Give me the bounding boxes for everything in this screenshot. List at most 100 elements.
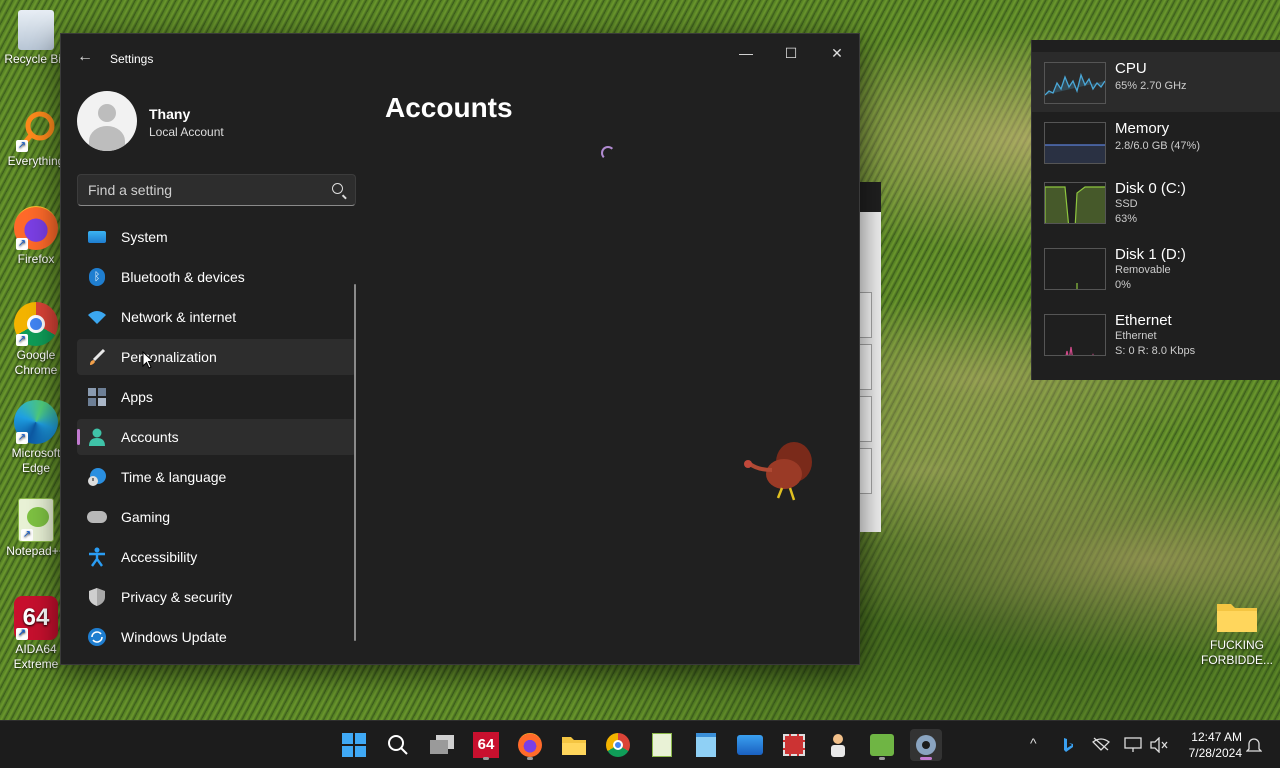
network-disconnected-icon[interactable]: [1092, 737, 1110, 751]
bing-icon[interactable]: [1062, 737, 1074, 753]
display-icon[interactable]: [1124, 737, 1142, 753]
taskbar-app-snipping-tool[interactable]: [778, 729, 810, 761]
perf-detail: SSD: [1115, 198, 1138, 210]
desktop-icon-label: Everything: [7, 154, 65, 168]
perf-item-cpu[interactable]: CPU 65% 2.70 GHz: [1032, 52, 1280, 112]
taskbar-app-firefox[interactable]: [514, 729, 546, 761]
perf-item-ethernet[interactable]: Ethernet Ethernet S: 0 R: 8.0 Kbps: [1032, 304, 1280, 364]
desktop-folder[interactable]: FUCKING FORBIDDE...: [1200, 598, 1274, 668]
taskbar-app-photos[interactable]: [734, 729, 766, 761]
nav-item-bluetooth[interactable]: ᛒ Bluetooth & devices: [77, 259, 356, 295]
taskbar: 64 ^ 12:47 AM 7/28/2024: [0, 720, 1280, 768]
brush-icon: [87, 347, 107, 367]
nav-item-accessibility[interactable]: Accessibility: [77, 539, 356, 575]
aida64-icon: 64 ↗: [14, 596, 58, 640]
chrome-icon: [606, 733, 630, 757]
notepad-icon: [696, 733, 716, 757]
desktop-icon-edge[interactable]: ↗ Microsoft Edge: [4, 400, 68, 476]
everything-icon: ↗: [14, 108, 58, 152]
taskbar-app-file-explorer[interactable]: [558, 729, 590, 761]
clock-time: 12:47 AM: [1191, 730, 1242, 744]
nav-item-apps[interactable]: Apps: [77, 379, 356, 415]
clock-date: 7/28/2024: [1188, 746, 1242, 760]
perf-detail: 2.8/6.0 GB (47%): [1115, 140, 1200, 152]
nav-scrollbar[interactable]: [354, 284, 356, 641]
nav-item-network[interactable]: Network & internet: [77, 299, 356, 335]
perf-detail: 65% 2.70 GHz: [1115, 80, 1187, 92]
perf-item-memory[interactable]: Memory 2.8/6.0 GB (47%): [1032, 112, 1280, 172]
close-button[interactable]: ✕: [814, 38, 860, 68]
firefox-icon: ↗: [14, 206, 58, 250]
nav-item-label: Accounts: [121, 429, 179, 445]
taskbar-app-steam[interactable]: [866, 729, 898, 761]
task-view-button[interactable]: [426, 729, 458, 761]
start-button[interactable]: [338, 729, 370, 761]
search-input[interactable]: [88, 182, 318, 198]
loading-spinner-icon: [601, 146, 615, 160]
clock[interactable]: 12:47 AM 7/28/2024: [1176, 729, 1242, 761]
avatar[interactable]: [77, 91, 137, 151]
desktop-icon-firefox[interactable]: ↗ Firefox: [4, 206, 68, 267]
back-button[interactable]: ←: [73, 48, 97, 68]
maximize-button[interactable]: ☐: [768, 38, 814, 68]
nav-item-label: Accessibility: [121, 549, 198, 565]
notification-bell-icon[interactable]: [1246, 737, 1262, 753]
desktop-icon-everything[interactable]: ↗ Everything: [4, 108, 68, 169]
nav-item-label: Personalization: [121, 349, 217, 365]
nav-item-label: Bluetooth & devices: [121, 269, 245, 285]
nav-item-privacy-security[interactable]: Privacy & security: [77, 579, 356, 615]
snipping-tool-icon: [783, 734, 805, 756]
shortcut-arrow-icon: ↗: [21, 529, 33, 541]
bluetooth-icon: ᛒ: [87, 267, 107, 287]
folder-icon: [1217, 604, 1257, 632]
nav-item-personalization[interactable]: Personalization: [77, 339, 356, 375]
desktop-icon-chrome[interactable]: ↗ Google Chrome: [4, 302, 68, 378]
nav-item-gaming[interactable]: Gaming: [77, 499, 356, 535]
search-icon: [388, 735, 408, 755]
taskbar-app-notepadpp[interactable]: [646, 729, 678, 761]
perf-item-disk0[interactable]: Disk 0 (C:) SSD 63%: [1032, 172, 1280, 232]
desktop-icon-label: Microsoft Edge: [11, 446, 61, 475]
taskbar-app-person[interactable]: [822, 729, 854, 761]
steam-icon: [870, 734, 894, 756]
shortcut-arrow-icon: ↗: [16, 432, 28, 444]
disk1-graph: [1044, 248, 1106, 290]
perf-item-disk1[interactable]: Disk 1 (D:) Removable 0%: [1032, 238, 1280, 298]
volume-muted-icon[interactable]: [1150, 737, 1168, 753]
minimize-button[interactable]: —: [723, 38, 769, 68]
edge-icon: ↗: [14, 400, 58, 444]
firefox-icon: [518, 733, 542, 757]
desktop-icon-notepadpp[interactable]: ↗ Notepad++: [4, 498, 68, 559]
perf-name: Ethernet: [1115, 312, 1172, 329]
nav-item-windows-update[interactable]: Windows Update: [77, 619, 356, 655]
shortcut-arrow-icon: ↗: [16, 238, 28, 250]
window-title: Settings: [110, 52, 154, 66]
nav-item-label: Apps: [121, 389, 153, 405]
nav-item-accounts[interactable]: Accounts: [77, 419, 356, 455]
turkey-icon: [744, 442, 812, 501]
perf-detail: Removable: [1115, 264, 1171, 276]
desktop-icon-recycle-bin[interactable]: Recycle Bin: [4, 10, 68, 67]
photos-icon: [737, 735, 763, 755]
search-button[interactable]: [382, 729, 414, 761]
disk0-graph: [1044, 182, 1106, 224]
nav-item-system[interactable]: System: [77, 219, 356, 255]
mouse-cursor-icon: [142, 351, 154, 369]
nav-item-time-language[interactable]: Time & language: [77, 459, 356, 495]
perf-name: Memory: [1115, 120, 1170, 137]
taskbar-app-aida64[interactable]: 64: [470, 729, 502, 761]
desktop-icon-label: Notepad++: [6, 544, 66, 558]
desktop-icon-aida64[interactable]: 64 ↗ AIDA64 Extreme: [4, 596, 68, 672]
accessibility-icon: [87, 547, 107, 567]
search-box[interactable]: [77, 174, 356, 206]
search-icon[interactable]: [332, 183, 343, 194]
taskbar-app-settings[interactable]: [910, 729, 942, 761]
taskbar-app-chrome[interactable]: [602, 729, 634, 761]
globe-clock-icon: [87, 467, 107, 487]
tray-overflow-chevron-icon[interactable]: ^: [1030, 735, 1037, 751]
perf-name: Disk 0 (C:): [1115, 180, 1186, 197]
title-bar[interactable]: ← Settings — ☐ ✕: [61, 34, 859, 82]
taskbar-app-notepad[interactable]: [690, 729, 722, 761]
aida64-icon: 64: [473, 732, 499, 758]
chrome-icon: ↗: [14, 302, 58, 346]
